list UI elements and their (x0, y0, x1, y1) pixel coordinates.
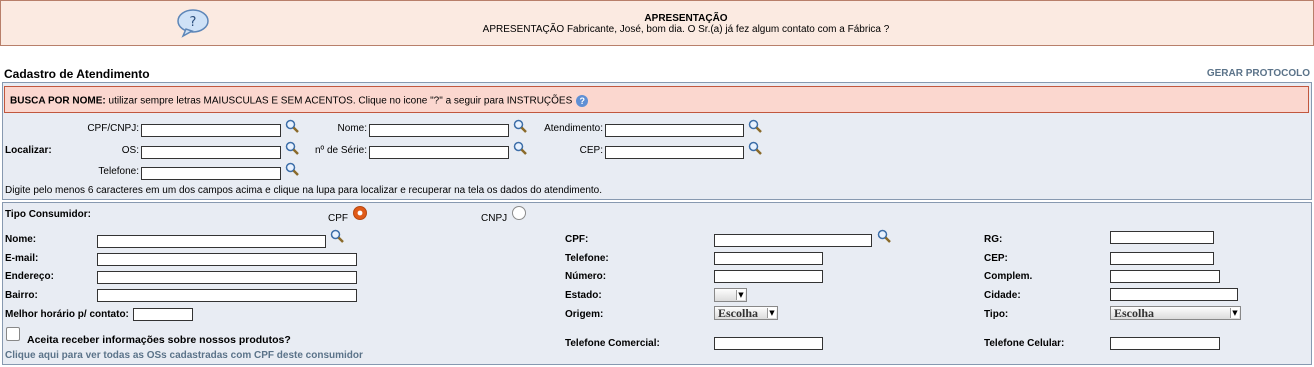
cpf-magnifier-icon[interactable] (877, 229, 891, 243)
tel-comercial-input[interactable] (714, 337, 823, 350)
rg-label: RG: (984, 234, 1003, 245)
estado-select[interactable]: ▼ (714, 288, 747, 302)
ver-oss-link[interactable]: Clique aqui para ver todas as OSs cadast… (5, 350, 363, 361)
cpf-label: CPF: (565, 234, 589, 245)
radio-cpf[interactable] (353, 206, 367, 220)
search-atendimento-magnifier-icon[interactable] (748, 119, 762, 133)
cep-input[interactable] (1110, 252, 1214, 265)
cep-search-label: CEP: (579, 145, 603, 156)
atendimento-search-label: Atendimento: (544, 123, 603, 134)
tipo-label: Tipo: (984, 309, 1009, 320)
nome-input[interactable] (97, 235, 326, 248)
telefone-label: Telefone: (565, 253, 609, 264)
bairro-input[interactable] (97, 289, 357, 302)
alert-message: utilizar sempre letras MAIUSCULAS E SEM … (105, 95, 573, 107)
tipo-value: Escolha (1114, 306, 1155, 320)
localizar-label: Localizar: (5, 145, 52, 156)
cpf-cnpj-label: CPF/CNPJ: (87, 123, 139, 134)
radio-cpf-label: CPF (328, 213, 348, 224)
horario-input[interactable] (133, 308, 193, 321)
banner-text: APRESENTAÇÃO Fabricante, José, bom dia. … (482, 24, 890, 35)
search-os-input[interactable] (141, 146, 281, 159)
nome-magnifier-icon[interactable] (330, 229, 344, 243)
search-alert-text: BUSCA POR NOME: utilizar sempre letras M… (10, 95, 589, 107)
search-serie-input[interactable] (369, 146, 509, 159)
origem-label: Origem: (565, 309, 604, 320)
estado-chevron-down-icon: ▼ (736, 290, 745, 300)
search-os-magnifier-icon[interactable] (285, 141, 299, 155)
origem-value: Escolha (718, 306, 759, 320)
tipo-select[interactable]: Escolha ▼ (1110, 306, 1241, 320)
rg-input[interactable] (1110, 231, 1214, 244)
aceita-label: Aceita receber informações sobre nossos … (27, 334, 291, 346)
search-atendimento-input[interactable] (605, 124, 744, 137)
tel-comercial-label: Telefone Comercial: (565, 338, 660, 349)
search-nome-input[interactable] (369, 124, 509, 137)
radio-cnpj[interactable] (512, 206, 526, 220)
cep-label: CEP: (984, 253, 1008, 264)
search-cpf-cnpj-input[interactable] (141, 124, 281, 137)
telefone-search-label: Telefone: (98, 166, 139, 177)
cpf-input[interactable] (714, 234, 872, 247)
tel-celular-input[interactable] (1110, 337, 1220, 350)
horario-label: Melhor horário p/ contato: (5, 309, 129, 320)
numero-label: Número: (565, 271, 607, 282)
tipo-consumidor-label: Tipo Consumidor: (5, 209, 91, 220)
page-title: Cadastro de Atendimento (4, 67, 150, 81)
cidade-label: Cidade: (984, 290, 1021, 301)
origem-chevron-down-icon: ▼ (767, 308, 776, 318)
endereco-label: Endereço: (5, 271, 54, 282)
tel-celular-label: Telefone Celular: (984, 338, 1065, 349)
nome-label: Nome: (5, 234, 37, 245)
bairro-label: Bairro: (5, 290, 38, 301)
email-label: E-mail: (5, 253, 39, 264)
banner-title: APRESENTAÇÃO (644, 13, 728, 24)
radio-cnpj-label: CNPJ (481, 213, 508, 224)
origem-select[interactable]: Escolha ▼ (714, 306, 778, 320)
gerar-protocolo-link[interactable]: GERAR PROTOCOLO (1207, 68, 1310, 79)
search-cep-magnifier-icon[interactable] (748, 141, 762, 155)
alert-bold: BUSCA POR NOME: (10, 95, 106, 107)
telefone-input[interactable] (714, 252, 823, 265)
endereco-input[interactable] (97, 271, 357, 284)
search-serie-magnifier-icon[interactable] (513, 141, 527, 155)
search-telefone-magnifier-icon[interactable] (285, 162, 299, 176)
complem-input[interactable] (1110, 270, 1220, 283)
search-telefone-input[interactable] (141, 167, 281, 180)
search-cep-input[interactable] (605, 146, 744, 159)
complem-label: Complem. (984, 271, 1033, 282)
os-search-label: OS: (121, 145, 139, 156)
nome-search-label: Nome: (337, 123, 367, 134)
cidade-input[interactable] (1110, 288, 1238, 301)
search-cpf-cnpj-magnifier-icon[interactable] (285, 119, 299, 133)
email-input[interactable] (97, 253, 357, 266)
estado-label: Estado: (565, 290, 602, 301)
search-hint: Digite pelo menos 6 caracteres em um dos… (5, 185, 602, 196)
tipo-chevron-down-icon: ▼ (1230, 308, 1239, 318)
aceita-checkbox[interactable] (6, 327, 20, 341)
numero-input[interactable] (714, 270, 823, 283)
serie-search-label: nº de Série: (314, 145, 367, 156)
instructions-icon[interactable]: ? (576, 95, 589, 107)
